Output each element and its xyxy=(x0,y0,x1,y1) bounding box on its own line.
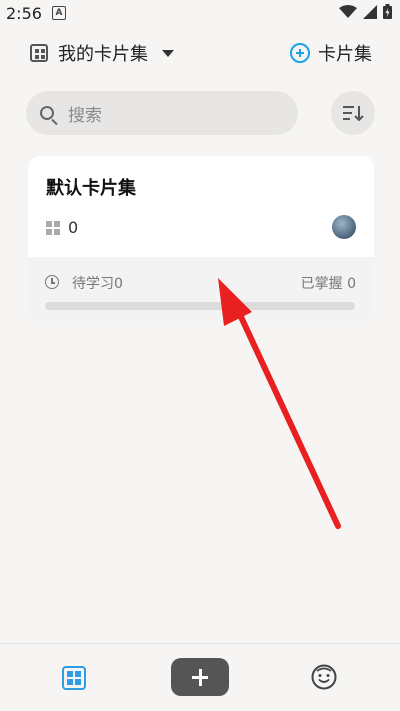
signal-icon xyxy=(363,4,377,19)
caret-down-icon xyxy=(162,49,174,57)
status-time: 2:56 xyxy=(6,4,42,23)
battery-icon xyxy=(383,4,392,19)
search-input[interactable]: 搜索 xyxy=(26,91,298,135)
collection-selector[interactable]: 我的卡片集 xyxy=(30,40,174,66)
card-count-row: 0 xyxy=(46,218,78,237)
home-grid-icon[interactable] xyxy=(62,666,86,690)
search-placeholder: 搜索 xyxy=(68,105,102,126)
plus-circle-icon xyxy=(290,43,310,63)
add-collection-label: 卡片集 xyxy=(318,44,372,65)
card-footer: 待学习0 已掌握 0 xyxy=(28,257,374,321)
add-icon[interactable] xyxy=(171,658,229,696)
sort-icon xyxy=(343,106,364,122)
sort-button[interactable] xyxy=(331,91,375,135)
avatar[interactable] xyxy=(332,215,356,239)
add-collection-button[interactable]: 卡片集 xyxy=(290,40,372,66)
pending-count: 待学习0 xyxy=(72,276,123,292)
grid-icon xyxy=(30,44,48,62)
status-icons xyxy=(339,4,392,19)
clock-icon xyxy=(45,275,59,289)
deck-icon xyxy=(46,220,60,235)
status-bar: 2:56 A xyxy=(0,0,400,28)
search-icon xyxy=(40,106,54,120)
face-icon[interactable] xyxy=(311,664,337,690)
card-title: 默认卡片集 xyxy=(46,178,136,199)
wifi-icon xyxy=(339,4,357,18)
bottom-nav xyxy=(0,643,400,711)
mastered-count: 已掌握 0 xyxy=(300,276,356,292)
collection-title: 我的卡片集 xyxy=(58,44,148,65)
collection-card[interactable]: 默认卡片集 0 待学习0 已掌握 0 xyxy=(28,156,374,321)
progress-bar xyxy=(45,302,355,310)
header: 我的卡片集 卡片集 xyxy=(0,34,400,74)
notification-icon: A xyxy=(52,6,66,20)
card-count: 0 xyxy=(68,218,79,237)
